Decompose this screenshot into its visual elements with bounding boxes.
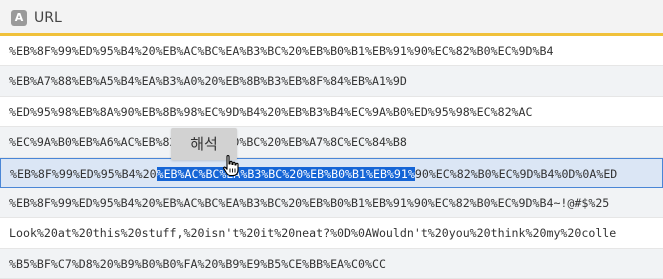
table-row[interactable]: %ED%95%98%EB%8A%90%EB%8B%98%EC%9D%B4%20%… xyxy=(0,96,663,128)
table-row[interactable]: %EC%9A%B0%EB%A6%AC%EB%82%98%EB%9D%BC%20%… xyxy=(0,127,663,158)
url-cell[interactable]: %EB%8F%99%ED%95%B4%20%EB%AC%BC%EA%B3%BC%… xyxy=(9,195,609,211)
column-type-badge: A xyxy=(11,10,27,26)
table-row-selected[interactable]: %EB%8F%99%ED%95%B4%20%EB%AC%BC%EA%B3%BC%… xyxy=(0,157,663,188)
text-before-selection: %EB%8F%99%ED%95%B4%20 xyxy=(10,166,157,181)
url-cell[interactable]: %EB%A7%88%EB%A5%B4%EA%B3%A0%20%EB%8B%B3%… xyxy=(9,73,407,89)
column-title: URL xyxy=(34,10,62,26)
table-row[interactable]: %EB%A7%88%EB%A5%B4%EA%B3%A0%20%EB%8B%B3%… xyxy=(0,66,663,97)
table-row[interactable]: %EB%8F%99%ED%95%B4%20%EB%AC%BC%EA%B3%BC%… xyxy=(0,187,663,219)
table-row[interactable]: %B5%BF%C7%D8%20%B9%B0%B0%FA%20%B9%E9%B5%… xyxy=(0,248,663,279)
hand-pointer-icon xyxy=(223,155,239,177)
url-cell-editing[interactable]: %EB%8F%99%ED%95%B4%20%EB%AC%BC%EA%B3%BC%… xyxy=(10,166,617,182)
url-table: %EB%8F%99%ED%95%B4%20%EB%AC%BC%EA%B3%BC%… xyxy=(0,36,663,279)
selected-text: %EB%AC%BC%EA%B3%BC%20%EB%B0%B1%EB%91% xyxy=(156,166,415,181)
text-after-selection: 90%EC%82%B0%EC%9D%B4%0D%0A%ED xyxy=(414,166,618,181)
column-header[interactable]: A URL xyxy=(0,0,663,36)
url-cell[interactable]: %ED%95%98%EB%8A%90%EB%8B%98%EC%9D%B4%20%… xyxy=(9,104,533,120)
url-cell[interactable]: Look%20at%20this%20stuff,%20isn't%20it%2… xyxy=(9,225,616,241)
url-cell[interactable]: %EB%8F%99%ED%95%B4%20%EB%AC%BC%EA%B3%BC%… xyxy=(9,43,553,59)
url-cell[interactable]: %B5%BF%C7%D8%20%B9%B0%B0%FA%20%B9%E9%B5%… xyxy=(9,256,386,272)
table-row[interactable]: %EB%8F%99%ED%95%B4%20%EB%AC%BC%EA%B3%BC%… xyxy=(0,36,663,67)
table-row[interactable]: Look%20at%20this%20stuff,%20isn't%20it%2… xyxy=(0,218,663,249)
